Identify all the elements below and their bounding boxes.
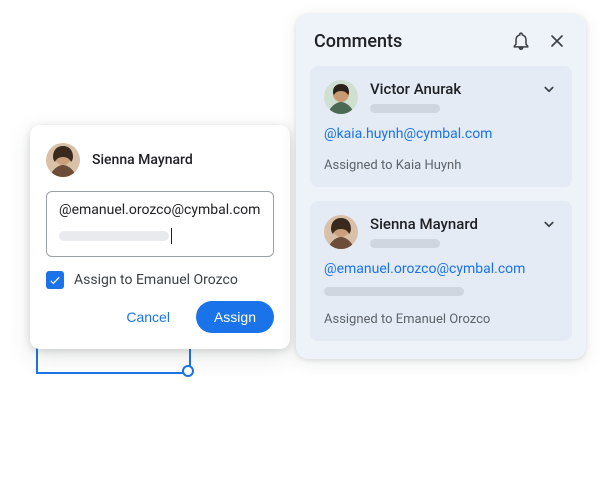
- assigned-to-line: Assigned to Emanuel Orozco: [324, 312, 558, 327]
- comments-panel: Comments Victor Anurak @kaia.huynh@c: [296, 14, 586, 359]
- notifications-button[interactable]: [510, 30, 532, 52]
- comment-author-name: Sienna Maynard: [370, 215, 528, 233]
- comment-body-skeleton: [324, 287, 464, 296]
- compose-author-name: Sienna Maynard: [92, 152, 193, 168]
- avatar: [46, 143, 80, 177]
- mention-link[interactable]: @kaia.huynh@cymbal.com: [324, 126, 492, 142]
- close-icon: [547, 31, 567, 51]
- comment-author-name: Victor Anurak: [370, 80, 528, 98]
- expand-comment-button[interactable]: [540, 80, 558, 102]
- compose-header: Sienna Maynard: [46, 143, 274, 177]
- avatar: [324, 80, 358, 114]
- comments-panel-title: Comments: [314, 31, 510, 52]
- selection-anchor: [36, 346, 191, 374]
- comment-body: @kaia.huynh@cymbal.com: [324, 126, 558, 142]
- comments-panel-header: Comments: [310, 30, 572, 52]
- expand-comment-button[interactable]: [540, 215, 558, 237]
- comment-meta-skeleton: [370, 239, 440, 248]
- comment-card[interactable]: Sienna Maynard @emanuel.orozco@cymbal.co…: [310, 201, 572, 341]
- avatar: [324, 215, 358, 249]
- assigned-to-line: Assigned to Kaia Huynh: [324, 158, 558, 173]
- chevron-down-icon: [540, 80, 558, 98]
- assign-checkbox[interactable]: [46, 271, 64, 289]
- assign-checkbox-row[interactable]: Assign to Emanuel Orozco: [46, 271, 274, 289]
- comment-author-block: Sienna Maynard: [370, 215, 528, 248]
- text-cursor: [171, 228, 172, 244]
- panel-header-actions: [510, 30, 568, 52]
- compose-actions: Cancel Assign: [46, 301, 274, 333]
- assign-button[interactable]: Assign: [196, 301, 274, 333]
- mention-link[interactable]: @emanuel.orozco@cymbal.com: [324, 261, 525, 277]
- mention-input-text: @emanuel.orozco@cymbal.com: [59, 202, 261, 218]
- bell-icon: [511, 31, 531, 51]
- check-icon: [48, 273, 62, 287]
- close-button[interactable]: [546, 30, 568, 52]
- input-placeholder-skeleton: [59, 231, 169, 241]
- cancel-button[interactable]: Cancel: [108, 301, 188, 333]
- assign-checkbox-label: Assign to Emanuel Orozco: [74, 272, 238, 288]
- comment-meta-skeleton: [370, 104, 440, 113]
- comment-author-block: Victor Anurak: [370, 80, 528, 113]
- comment-header: Sienna Maynard: [324, 215, 558, 249]
- comment-header: Victor Anurak: [324, 80, 558, 114]
- comment-body: @emanuel.orozco@cymbal.com: [324, 261, 558, 296]
- comment-input[interactable]: @emanuel.orozco@cymbal.com: [46, 191, 274, 257]
- new-comment-dialog: Sienna Maynard @emanuel.orozco@cymbal.co…: [30, 125, 290, 349]
- comment-card[interactable]: Victor Anurak @kaia.huynh@cymbal.com Ass…: [310, 66, 572, 187]
- chevron-down-icon: [540, 215, 558, 233]
- input-second-line: [59, 228, 261, 244]
